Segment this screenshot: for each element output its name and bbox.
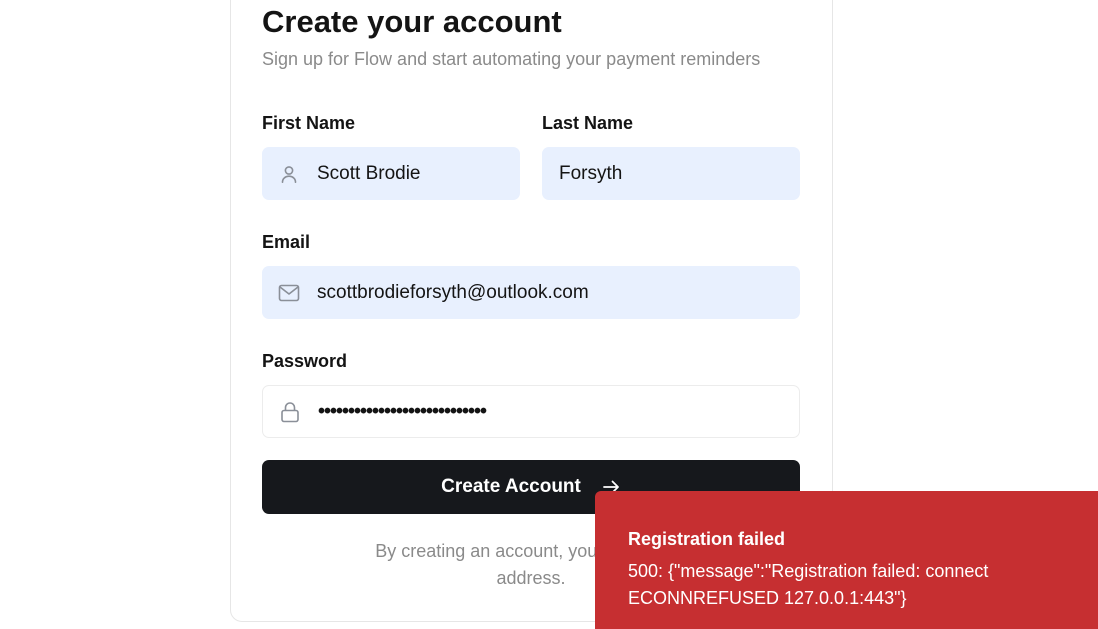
email-field[interactable]: scottbrodieforsyth@outlook.com [262,266,800,319]
toast-message: 500: {"message":"Registration failed: co… [628,561,989,608]
last-name-label: Last Name [542,113,634,133]
last-name-value: Forsyth [559,162,623,184]
lock-icon [279,401,301,423]
first-name-label: First Name [262,113,356,133]
mail-icon [278,282,300,304]
error-toast[interactable]: Registration failed 500: {"message":"Reg… [595,491,1098,629]
first-name-value: Scott Brodie [317,162,421,184]
page-subtitle: Sign up for Flow and start automating yo… [262,49,761,69]
email-label: Email [262,232,311,252]
page-title: Create your account [262,4,562,39]
password-label: Password [262,351,348,371]
create-account-label: Create Account [441,476,581,497]
password-field[interactable]: •••••••••••••••••••••••••••• [262,385,800,438]
last-name-field[interactable]: Forsyth [542,147,800,200]
password-value: •••••••••••••••••••••••••••• [318,400,487,422]
first-name-field[interactable]: Scott Brodie [262,147,520,200]
email-value: scottbrodieforsyth@outlook.com [317,281,589,303]
user-icon [278,163,300,185]
toast-title: Registration failed [628,529,786,549]
